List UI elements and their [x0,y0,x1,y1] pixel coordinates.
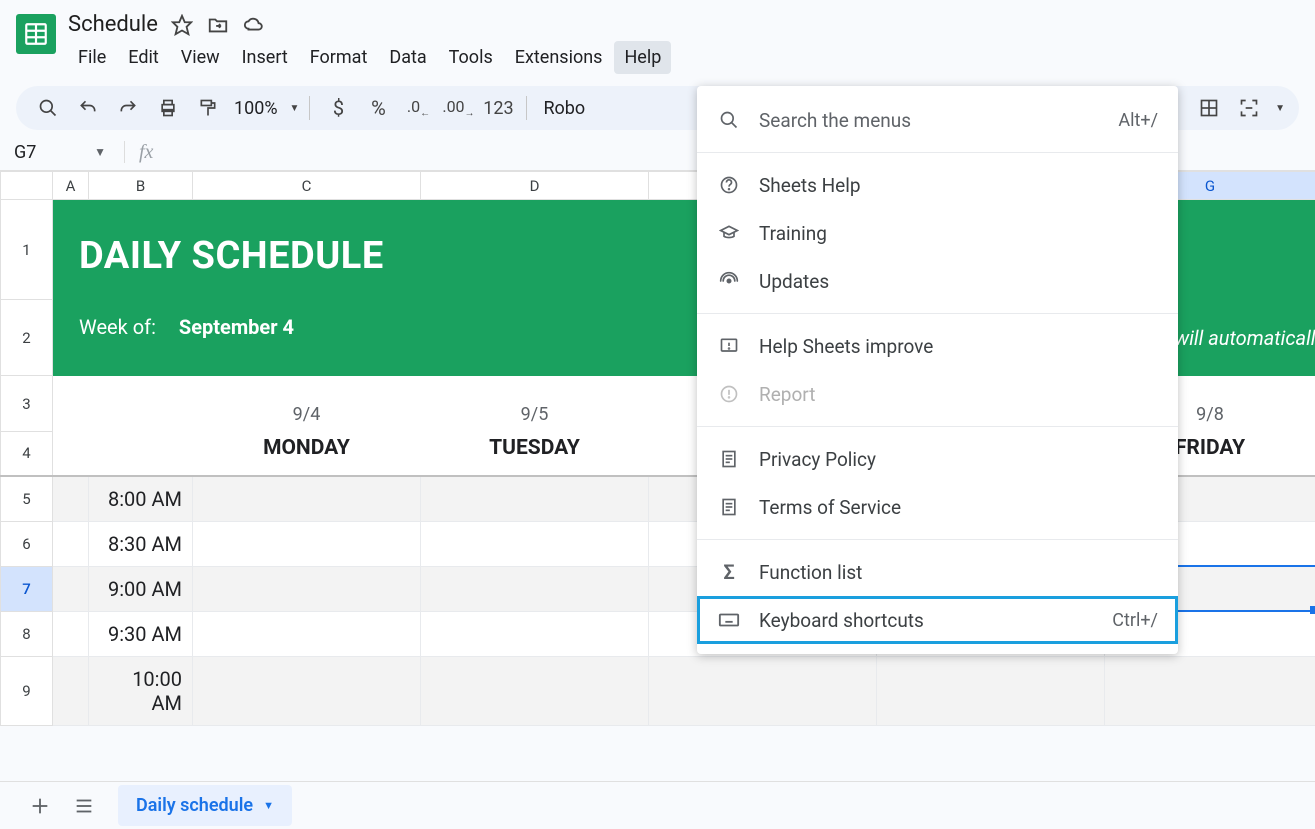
document-icon [717,447,741,471]
row-header-2[interactable]: 2 [1,300,53,376]
menu-data[interactable]: Data [379,41,436,74]
document-icon [717,495,741,519]
select-all-corner[interactable] [1,172,53,200]
undo-icon[interactable] [70,90,106,126]
alert-circle-icon [717,382,741,406]
font-selector[interactable]: Robo [537,98,587,119]
increase-decimal-icon[interactable]: .00→ [440,90,476,126]
col-header-d[interactable]: D [421,172,649,200]
row-header-6[interactable]: 6 [1,521,53,566]
sheets-logo[interactable] [16,14,56,54]
help-improve[interactable]: Help Sheets improve [697,322,1178,370]
row-header-4[interactable]: 4 [1,432,53,476]
sheet-tab-active[interactable]: Daily schedule ▼ [118,785,292,826]
menu-insert[interactable]: Insert [232,41,298,74]
borders-icon[interactable] [1191,90,1227,126]
zoom-level[interactable]: 100% [230,98,282,119]
search-icon[interactable] [30,90,66,126]
decrease-decimal-icon[interactable]: .0← [400,90,436,126]
time-1[interactable]: 8:30 AM [89,521,193,566]
time-3[interactable]: 9:30 AM [89,611,193,656]
menu-edit[interactable]: Edit [118,41,168,74]
col-header-b[interactable]: B [89,172,193,200]
menu-help[interactable]: Help [614,41,671,74]
help-search-menus[interactable]: Search the menus Alt+/ [697,96,1178,144]
menubar: File Edit View Insert Format Data Tools … [68,39,1299,76]
menu-view[interactable]: View [171,41,230,74]
merge-cells-icon[interactable] [1231,90,1267,126]
week-date: September 4 [179,315,294,339]
row-header-5[interactable]: 5 [1,476,53,522]
name-box[interactable]: G7▼ [4,142,116,163]
antenna-icon [717,269,741,293]
menu-extensions[interactable]: Extensions [505,41,613,74]
search-icon [717,108,741,132]
row-header-3[interactable]: 3 [1,376,53,432]
help-report: Report [697,370,1178,418]
help-keyboard-shortcuts[interactable]: Keyboard shortcuts Ctrl+/ [697,596,1178,644]
help-menu: Search the menus Alt+/ Sheets Help Train… [697,86,1178,654]
date-mon[interactable]: 9/4 [193,376,421,432]
sheet-tabs-bar: Daily schedule ▼ [0,781,1315,829]
row-header-9[interactable]: 9 [1,656,53,725]
time-2[interactable]: 9:00 AM [89,566,193,611]
fx-icon: fx [133,141,159,164]
help-training[interactable]: Training [697,209,1178,257]
menu-file[interactable]: File [68,41,116,74]
col-header-a[interactable]: A [53,172,89,200]
format-percent[interactable]: % [360,90,396,126]
help-privacy[interactable]: Privacy Policy [697,435,1178,483]
row-header-1[interactable]: 1 [1,200,53,300]
sheet-tab-label: Daily schedule [136,795,253,816]
help-function-list[interactable]: Σ Function list [697,548,1178,596]
col-header-c[interactable]: C [193,172,421,200]
menu-tools[interactable]: Tools [439,41,503,74]
star-icon[interactable] [170,13,194,37]
help-updates[interactable]: Updates [697,257,1178,305]
day-tue[interactable]: TUESDAY [421,432,649,476]
sheet-tab-caret-icon[interactable]: ▼ [263,799,274,812]
doc-title[interactable]: Schedule [68,12,158,37]
print-icon[interactable] [150,90,186,126]
graduation-icon [717,221,741,245]
redo-icon[interactable] [110,90,146,126]
cloud-status-icon[interactable] [242,13,266,37]
keyboard-icon [717,608,741,632]
more-formats[interactable]: 123 [480,90,516,126]
question-circle-icon [717,173,741,197]
week-label: Week of: [79,315,156,339]
menu-format[interactable]: Format [300,41,378,74]
date-tue[interactable]: 9/5 [421,376,649,432]
all-sheets-button[interactable] [64,786,104,826]
help-terms[interactable]: Terms of Service [697,483,1178,531]
time-4[interactable]: 10:00 AM [89,656,193,725]
feedback-icon [717,334,741,358]
row-header-8[interactable]: 8 [1,611,53,656]
format-currency[interactable]: $ [320,90,356,126]
day-mon[interactable]: MONDAY [193,432,421,476]
sigma-icon: Σ [717,560,741,584]
row-header-7[interactable]: 7 [1,566,53,611]
time-0[interactable]: 8:00 AM [89,476,193,522]
add-sheet-button[interactable] [20,786,60,826]
help-sheets-help[interactable]: Sheets Help [697,161,1178,209]
move-folder-icon[interactable] [206,13,230,37]
zoom-caret-icon[interactable]: ▼ [290,103,300,114]
merge-caret-icon[interactable]: ▼ [1275,103,1285,114]
paint-format-icon[interactable] [190,90,226,126]
